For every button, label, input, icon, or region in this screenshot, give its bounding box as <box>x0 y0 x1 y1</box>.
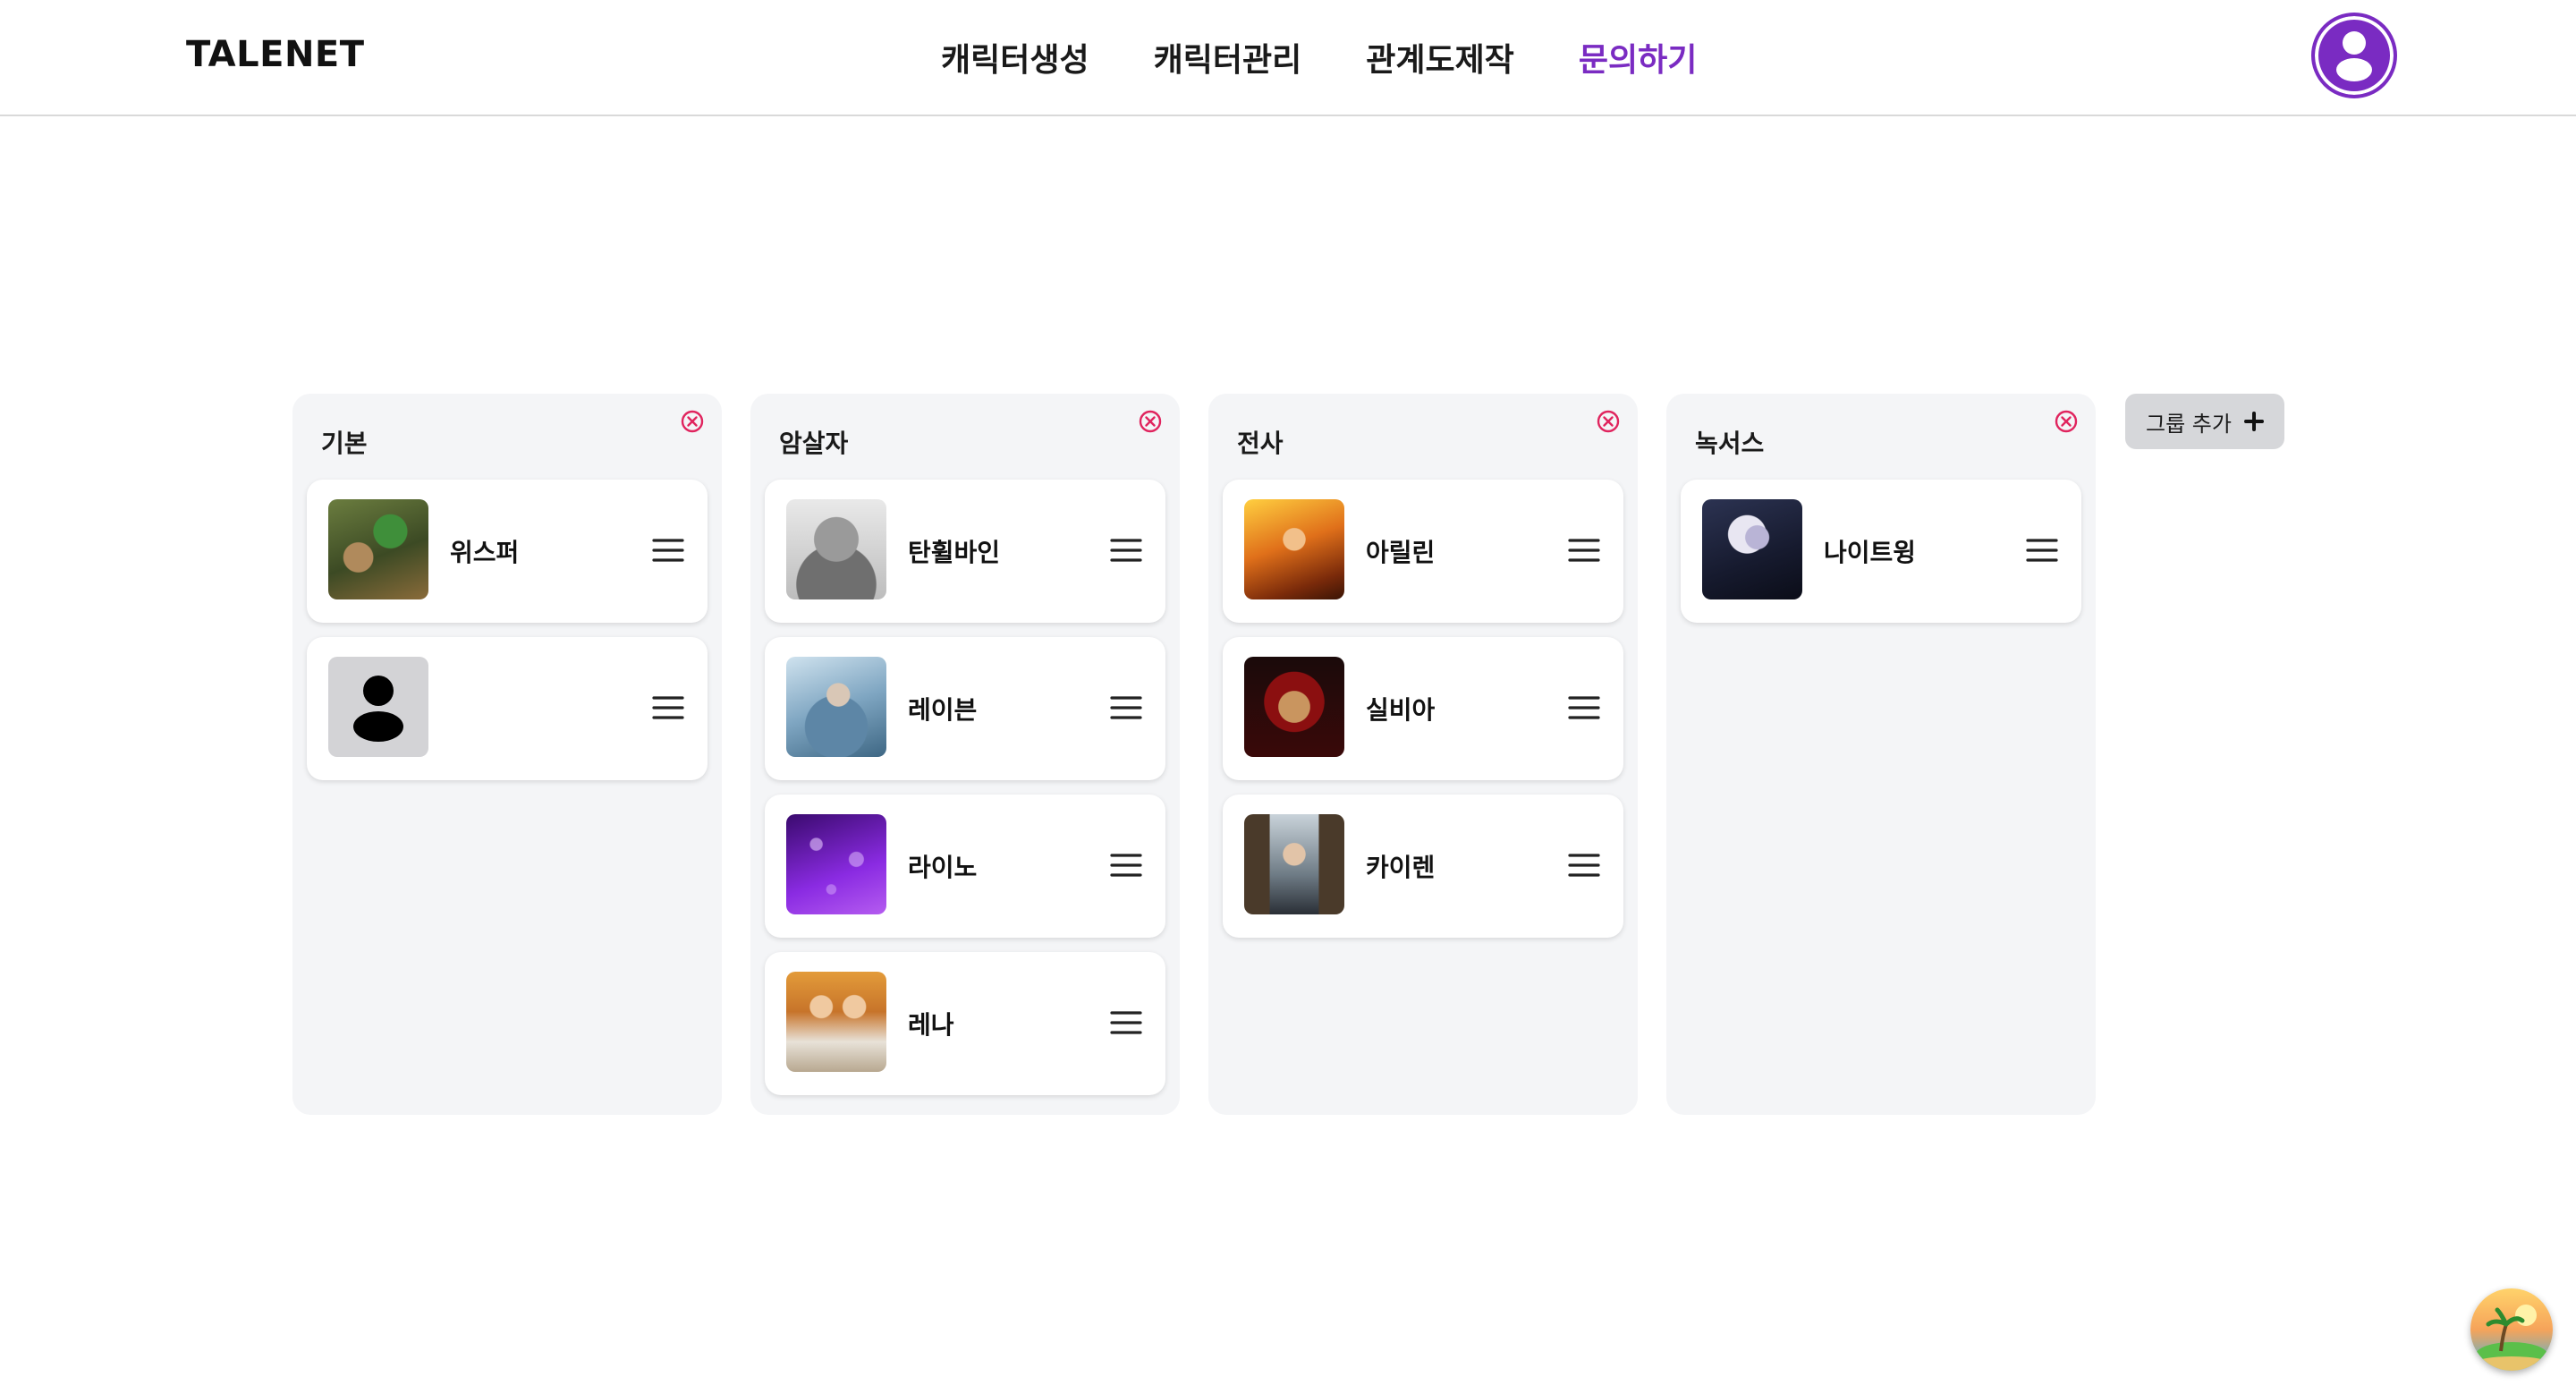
brand-logo[interactable]: TALENET <box>186 34 365 75</box>
close-circle-icon[interactable] <box>1595 408 1622 435</box>
character-card[interactable]: 레이븐 <box>765 637 1165 780</box>
character-card[interactable]: 카이렌 <box>1223 795 1623 938</box>
group-title: 녹서스 <box>1695 429 1765 458</box>
nav-character-create[interactable]: 캐릭터생성 <box>941 34 1089 81</box>
hamburger-menu-icon[interactable] <box>1110 694 1142 721</box>
floating-assistant-button[interactable] <box>2470 1288 2553 1371</box>
plus-icon <box>2243 412 2264 431</box>
character-card[interactable]: 레나 <box>765 952 1165 1095</box>
group-column: 기본 위스퍼 <box>292 394 722 1115</box>
character-name: 실비아 <box>1366 695 1436 725</box>
top-navigation-bar: TALENET 캐릭터생성 캐릭터관리 관계도제작 문의하기 <box>0 0 2576 116</box>
character-thumbnail <box>1244 499 1344 599</box>
character-thumbnail <box>786 972 886 1072</box>
character-card[interactable]: 아릴린 <box>1223 480 1623 623</box>
character-card[interactable]: 실비아 <box>1223 637 1623 780</box>
hamburger-menu-icon[interactable] <box>1110 852 1142 879</box>
add-group-button[interactable]: 그룹 추가 <box>2125 394 2284 449</box>
character-card[interactable]: 나이트윙 <box>1681 480 2081 623</box>
character-thumbnail <box>1702 499 1802 599</box>
character-name: 나이트윙 <box>1824 538 1917 567</box>
close-circle-icon[interactable] <box>679 408 706 435</box>
hamburger-menu-icon[interactable] <box>2026 537 2058 564</box>
character-thumbnail <box>1244 814 1344 914</box>
close-circle-icon[interactable] <box>2053 408 2080 435</box>
close-circle-icon[interactable] <box>1137 408 1164 435</box>
default-person-icon <box>328 657 428 757</box>
character-name: 위스퍼 <box>450 538 520 567</box>
user-avatar-button[interactable] <box>2311 13 2397 98</box>
hamburger-menu-icon[interactable] <box>1568 852 1600 879</box>
hamburger-menu-icon[interactable] <box>1110 537 1142 564</box>
nav-character-manage[interactable]: 캐릭터관리 <box>1154 34 1302 81</box>
nav-inquiry[interactable]: 문의하기 <box>1579 34 1697 81</box>
group-title: 전사 <box>1237 429 1284 458</box>
character-name: 탄휠바인 <box>908 538 1001 567</box>
hamburger-menu-icon[interactable] <box>1568 694 1600 721</box>
hamburger-menu-icon[interactable] <box>1568 537 1600 564</box>
add-group-label: 그룹 추가 <box>2146 411 2232 437</box>
character-card[interactable]: 라이노 <box>765 795 1165 938</box>
hamburger-menu-icon[interactable] <box>1110 1009 1142 1036</box>
character-thumbnail <box>786 657 886 757</box>
character-name: 레나 <box>908 1010 954 1040</box>
character-thumbnail <box>1244 657 1344 757</box>
character-thumbnail <box>786 814 886 914</box>
character-card[interactable]: 위스퍼 <box>307 480 708 623</box>
group-title: 암살자 <box>779 429 849 458</box>
beach-avatar-icon <box>2470 1288 2553 1371</box>
character-card[interactable]: 탄휠바인 <box>765 480 1165 623</box>
character-name: 레이븐 <box>908 695 978 725</box>
group-title: 기본 <box>321 429 368 458</box>
hamburger-menu-icon[interactable] <box>652 537 684 564</box>
character-thumbnail <box>786 499 886 599</box>
character-card[interactable] <box>307 637 708 780</box>
character-name: 라이노 <box>908 853 978 882</box>
group-column: 암살자 탄휠바인 레이븐 라이노 레나 <box>750 394 1180 1115</box>
hamburger-menu-icon[interactable] <box>652 694 684 721</box>
character-name: 카이렌 <box>1366 853 1436 882</box>
user-icon <box>2336 31 2372 81</box>
group-column: 전사 아릴린 실비아 카이렌 <box>1208 394 1638 1115</box>
nav-relationship-map[interactable]: 관계도제작 <box>1366 34 1514 81</box>
character-name: 아릴린 <box>1366 538 1436 567</box>
character-thumbnail <box>328 499 428 599</box>
group-column: 녹서스 나이트윙 <box>1666 394 2096 1115</box>
main-nav: 캐릭터생성 캐릭터관리 관계도제작 문의하기 <box>941 34 1697 81</box>
